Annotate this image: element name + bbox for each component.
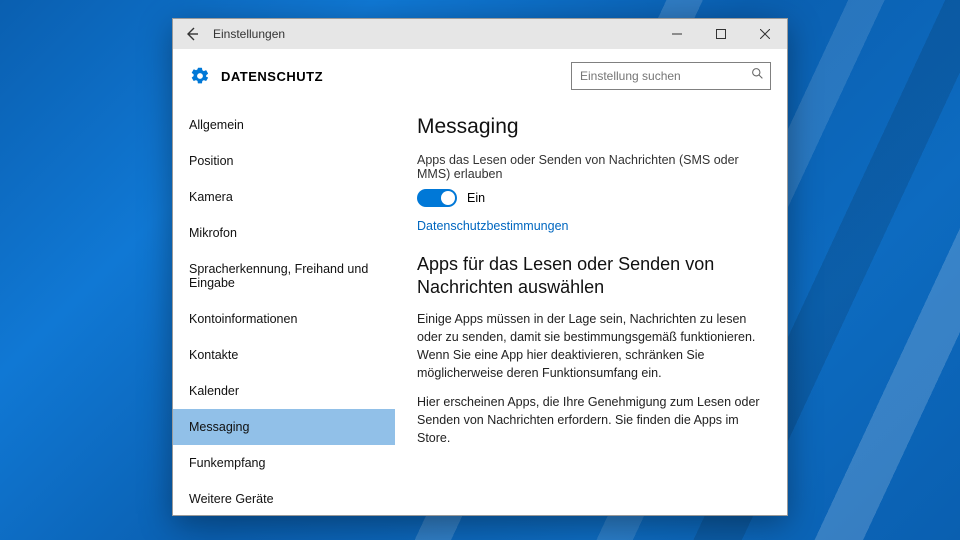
- sidebar-item-kontakte[interactable]: Kontakte: [173, 337, 395, 373]
- toggle-description: Apps das Lesen oder Senden von Nachricht…: [417, 153, 765, 181]
- minimize-button[interactable]: [655, 19, 699, 49]
- sidebar-item-position[interactable]: Position: [173, 143, 395, 179]
- toggle-state-label: Ein: [467, 191, 485, 205]
- sidebar-item-kalender[interactable]: Kalender: [173, 373, 395, 409]
- search-box[interactable]: [571, 62, 771, 90]
- sidebar-item-weitere-ger-te[interactable]: Weitere Geräte: [173, 481, 395, 515]
- category-title: DATENSCHUTZ: [221, 69, 323, 84]
- search-input[interactable]: [580, 69, 751, 83]
- close-icon: [760, 29, 770, 39]
- back-button[interactable]: [173, 19, 211, 49]
- sidebar-item-messaging[interactable]: Messaging: [173, 409, 395, 445]
- sidebar[interactable]: AllgemeinPositionKameraMikrofonSpracherk…: [173, 103, 395, 515]
- sidebar-item-allgemein[interactable]: Allgemein: [173, 107, 395, 143]
- content-pane: Messaging Apps das Lesen oder Senden von…: [395, 103, 787, 515]
- allow-messaging-toggle[interactable]: [417, 189, 457, 207]
- sidebar-item-funkempfang[interactable]: Funkempfang: [173, 445, 395, 481]
- minimize-icon: [672, 29, 682, 39]
- section-subheading: Apps für das Lesen oder Senden von Nachr…: [417, 253, 765, 298]
- info-paragraph-2: Hier erscheinen Apps, die Ihre Genehmigu…: [417, 393, 765, 447]
- sidebar-item-kontoinformationen[interactable]: Kontoinformationen: [173, 301, 395, 337]
- sidebar-item-mikrofon[interactable]: Mikrofon: [173, 215, 395, 251]
- titlebar: Einstellungen: [173, 19, 787, 49]
- sidebar-item-kamera[interactable]: Kamera: [173, 179, 395, 215]
- search-icon: [751, 67, 764, 85]
- arrow-left-icon: [184, 26, 200, 42]
- sidebar-item-spracherkennung-freihand-und-eingabe[interactable]: Spracherkennung, Freihand und Eingabe: [173, 251, 395, 301]
- info-paragraph-1: Einige Apps müssen in der Lage sein, Nac…: [417, 310, 765, 383]
- close-button[interactable]: [743, 19, 787, 49]
- toggle-knob: [441, 191, 455, 205]
- maximize-icon: [716, 29, 726, 39]
- header: DATENSCHUTZ: [173, 49, 787, 103]
- page-heading: Messaging: [417, 115, 765, 139]
- window-title: Einstellungen: [211, 27, 285, 41]
- settings-window: Einstellungen DATENSCHUTZ AllgemeinPosit…: [172, 18, 788, 516]
- privacy-link[interactable]: Datenschutzbestimmungen: [417, 219, 568, 233]
- body: AllgemeinPositionKameraMikrofonSpracherk…: [173, 103, 787, 515]
- settings-gear-icon: [189, 65, 211, 87]
- maximize-button[interactable]: [699, 19, 743, 49]
